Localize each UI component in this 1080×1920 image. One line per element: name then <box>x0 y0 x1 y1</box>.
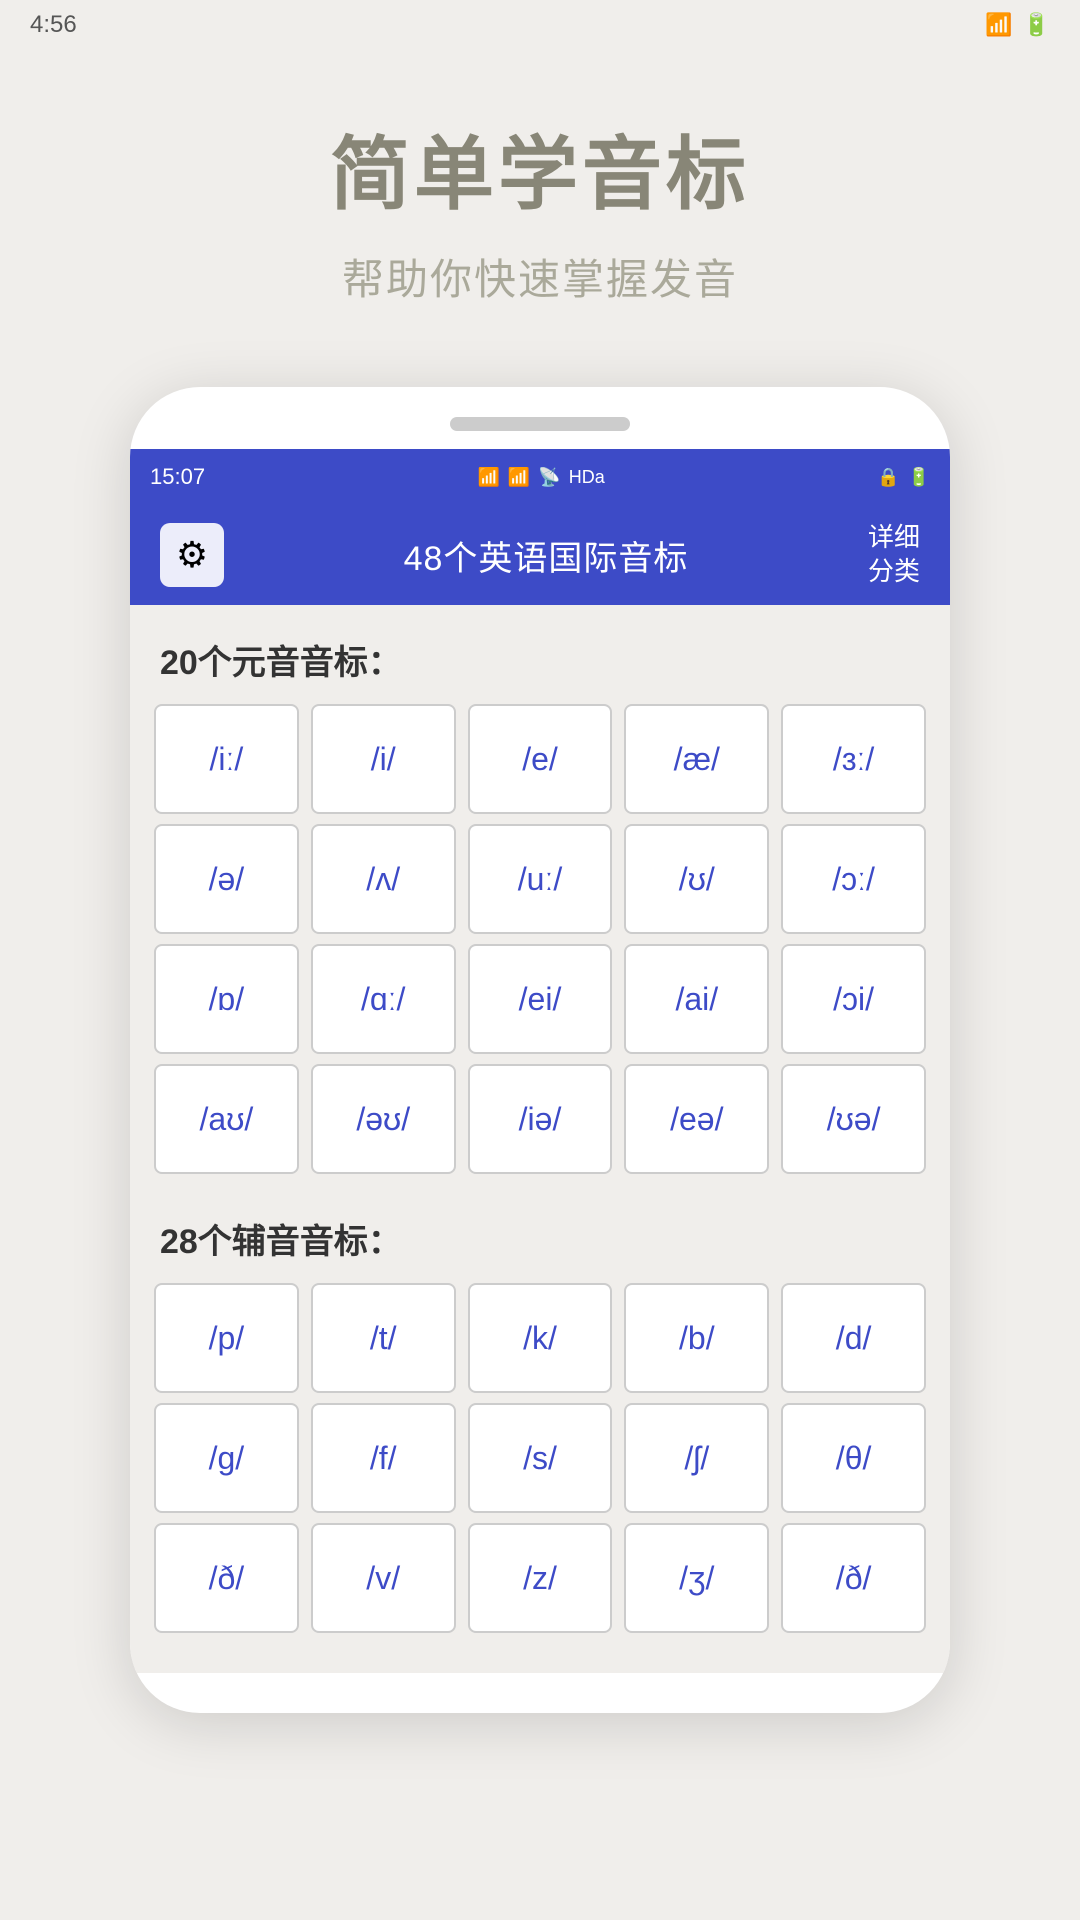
phoneme-upsilon[interactable]: /ʊ/ <box>624 824 769 934</box>
phoneme-theta[interactable]: /θ/ <box>781 1403 926 1513</box>
main-title: 简单学音标 <box>330 110 750 226</box>
main-subtitle: 帮助你快速掌握发音 <box>330 246 750 307</box>
phone-speaker <box>450 417 630 431</box>
consonant-row-2: /g/ /f/ /s/ /ʃ/ /θ/ <box>154 1403 926 1513</box>
vowel-row-2: /ə/ /ʌ/ /uː/ /ʊ/ /ɔː/ <box>154 824 926 934</box>
section-gap <box>154 1184 926 1214</box>
phoneme-p[interactable]: /p/ <box>154 1283 299 1393</box>
phoneme-g[interactable]: /g/ <box>154 1403 299 1513</box>
phoneme-k[interactable]: /k/ <box>468 1283 613 1393</box>
vowels-section-title: 20个元音音标： <box>160 635 926 684</box>
vowel-row-3: /ɒ/ /ɑː/ /ei/ /ai/ /ɔi/ <box>154 944 926 1054</box>
phoneme-aː[interactable]: /ɑː/ <box>311 944 456 1054</box>
phoneme-au[interactable]: /aʊ/ <box>154 1064 299 1174</box>
phoneme-zh[interactable]: /ʒ/ <box>624 1523 769 1633</box>
phoneme-ae[interactable]: /æ/ <box>624 704 769 814</box>
phoneme-ou[interactable]: /əʊ/ <box>311 1064 456 1174</box>
phoneme-ia[interactable]: /iə/ <box>468 1064 613 1174</box>
phoneme-s[interactable]: /s/ <box>468 1403 613 1513</box>
detail-classify-button[interactable]: 详细 分类 <box>868 521 920 589</box>
phoneme-eth[interactable]: /ð/ <box>154 1523 299 1633</box>
phoneme-t[interactable]: /t/ <box>311 1283 456 1393</box>
real-icons: 📶🔋 <box>985 12 1050 38</box>
app-content: 20个元音音标： /iː/ /i/ /e/ /æ/ /ɜː/ /ə/ /ʌ/ /… <box>130 605 950 1673</box>
consonant-row-1: /p/ /t/ /k/ /b/ /d/ <box>154 1283 926 1393</box>
consonant-row-3: /ð/ /v/ /z/ /ʒ/ /ð/ <box>154 1523 926 1633</box>
app-status-icons: 📶📶📡HDa <box>477 467 604 488</box>
vowel-row-1: /iː/ /i/ /e/ /æ/ /ɜː/ <box>154 704 926 814</box>
phoneme-sh[interactable]: /ʃ/ <box>624 1403 769 1513</box>
settings-icon[interactable]: ⚙ <box>160 523 224 587</box>
phone-mockup: 15:07 📶📶📡HDa 🔒🔋 ⚙ 48个英语国际音标 详细 分类 20个元音音… <box>130 387 950 1713</box>
phoneme-v[interactable]: /v/ <box>311 1523 456 1633</box>
real-time: 4:56 <box>30 11 77 39</box>
phoneme-ea[interactable]: /eə/ <box>624 1064 769 1174</box>
phoneme-ei[interactable]: /ei/ <box>468 944 613 1054</box>
title-area: 简单学音标 帮助你快速掌握发音 <box>330 110 750 307</box>
consonants-section-title: 28个辅音音标： <box>160 1214 926 1263</box>
app-status-icons-right: 🔒🔋 <box>877 467 930 488</box>
app-time: 15:07 <box>150 464 205 490</box>
header-title: 48个英语国际音标 <box>404 531 689 580</box>
app-status-bar: 15:07 📶📶📡HDa 🔒🔋 <box>130 449 950 505</box>
phoneme-wedge[interactable]: /ʌ/ <box>311 824 456 934</box>
phoneme-ua[interactable]: /ʊə/ <box>781 1064 926 1174</box>
phoneme-d[interactable]: /ɒ/ <box>154 944 299 1054</box>
phoneme-3ː[interactable]: /ɜː/ <box>781 704 926 814</box>
phoneme-ai[interactable]: /ai/ <box>624 944 769 1054</box>
app-header: ⚙ 48个英语国际音标 详细 分类 <box>130 505 950 605</box>
phoneme-f[interactable]: /f/ <box>311 1403 456 1513</box>
real-status-bar: 4:56 📶🔋 <box>0 0 1080 50</box>
phoneme-iː[interactable]: /iː/ <box>154 704 299 814</box>
vowel-row-4: /aʊ/ /əʊ/ /iə/ /eə/ /ʊə/ <box>154 1064 926 1174</box>
phoneme-e[interactable]: /e/ <box>468 704 613 814</box>
phoneme-oː[interactable]: /ɔː/ <box>781 824 926 934</box>
phoneme-eth2[interactable]: /ð/ <box>781 1523 926 1633</box>
phoneme-oi[interactable]: /ɔi/ <box>781 944 926 1054</box>
phoneme-schwa[interactable]: /ə/ <box>154 824 299 934</box>
phoneme-uː[interactable]: /uː/ <box>468 824 613 934</box>
phoneme-i[interactable]: /i/ <box>311 704 456 814</box>
phoneme-z[interactable]: /z/ <box>468 1523 613 1633</box>
app-screen: 15:07 📶📶📡HDa 🔒🔋 ⚙ 48个英语国际音标 详细 分类 20个元音音… <box>130 449 950 1673</box>
phoneme-d-cons[interactable]: /d/ <box>781 1283 926 1393</box>
phoneme-b[interactable]: /b/ <box>624 1283 769 1393</box>
